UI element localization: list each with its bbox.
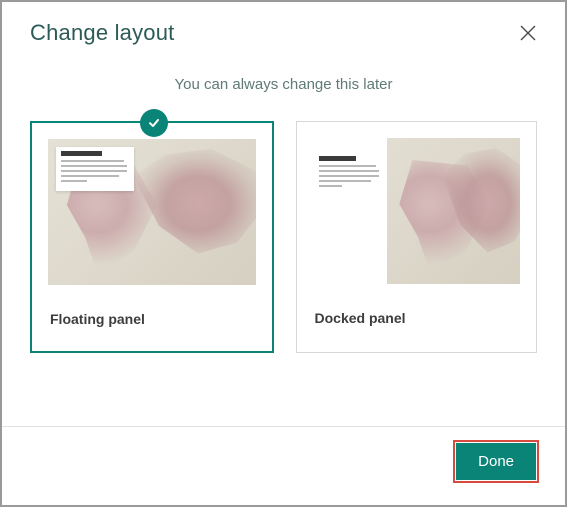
dialog-subtitle: You can always change this later: [2, 76, 565, 93]
option-docked-panel[interactable]: Docked panel: [296, 121, 538, 353]
footer-separator: [2, 426, 565, 427]
layout-options: Floating panel Docked panel: [2, 121, 565, 353]
floating-panel-preview: [56, 147, 134, 191]
option-floating-panel[interactable]: Floating panel: [30, 121, 274, 353]
dialog-footer: Done: [453, 440, 539, 483]
check-icon: [140, 109, 168, 137]
option-thumbnail: [313, 138, 521, 284]
docked-panel-preview: [313, 138, 387, 284]
dialog-title: Change layout: [30, 20, 174, 46]
option-label: Floating panel: [32, 285, 272, 351]
option-thumbnail: [48, 139, 256, 285]
close-icon[interactable]: [519, 24, 537, 42]
dialog-header: Change layout: [2, 2, 565, 54]
done-button-highlight: Done: [453, 440, 539, 483]
option-label: Docked panel: [297, 284, 537, 350]
done-button[interactable]: Done: [456, 443, 536, 480]
